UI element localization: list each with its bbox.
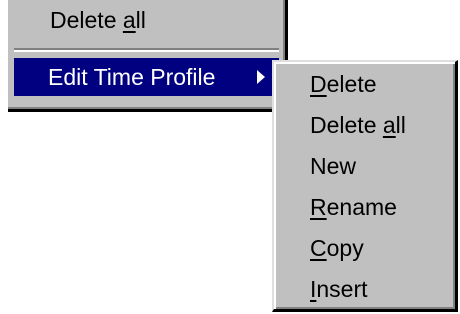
menu-item-label: Edit Time Profile xyxy=(48,64,216,90)
accelerator-key: D xyxy=(310,71,327,97)
menu-item-label-rest: ll xyxy=(135,7,146,33)
menu-item-label: Delete xyxy=(50,7,123,33)
menu-item-label-rest: elete xyxy=(326,71,377,97)
submenu-item-rename[interactable]: Rename xyxy=(274,187,455,228)
context-menu: Delete all Edit Time Profile xyxy=(8,0,288,112)
menu-item-label-rest: ll xyxy=(395,112,406,138)
menu-item-label-rest: ename xyxy=(326,194,397,220)
menu-item-label: Delete xyxy=(310,112,383,138)
menu-item-label-rest: opy xyxy=(326,235,364,261)
submenu-arrow-icon xyxy=(257,70,265,84)
menu-item-label-rest: nsert xyxy=(316,276,368,302)
accelerator-key: a xyxy=(382,112,396,138)
accelerator-key: R xyxy=(310,194,327,220)
submenu-item-new[interactable]: New xyxy=(274,146,455,187)
submenu-edit-time-profile: Delete Delete all New Rename Copy Insert xyxy=(272,60,458,312)
submenu-item-delete[interactable]: Delete xyxy=(274,64,455,105)
menu-item-label: New xyxy=(310,153,357,179)
accelerator-key: C xyxy=(310,235,327,261)
menu-separator xyxy=(14,48,279,52)
submenu-item-delete-all[interactable]: Delete all xyxy=(274,105,455,146)
submenu-item-copy[interactable]: Copy xyxy=(274,228,455,269)
accelerator-key: a xyxy=(122,7,136,33)
submenu-item-insert[interactable]: Insert xyxy=(274,269,455,310)
menu-item-edit-time-profile[interactable]: Edit Time Profile xyxy=(14,58,279,96)
menu-item-delete-all[interactable]: Delete all xyxy=(8,0,285,40)
